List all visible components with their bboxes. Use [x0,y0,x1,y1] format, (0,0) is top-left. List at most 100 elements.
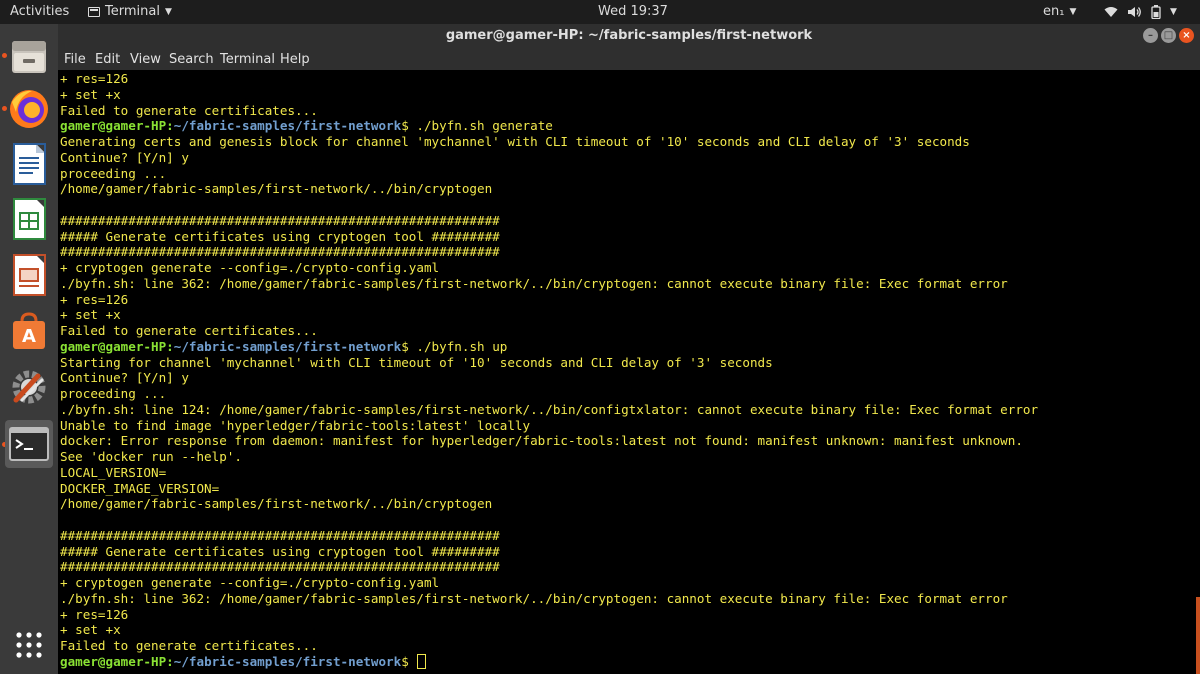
terminal-line: gamer@gamer-HP:~/fabric-samples/first-ne… [60,653,1038,670]
minimize-icon: – [1148,30,1153,41]
svg-text:A: A [22,326,36,347]
terminal-line: gamer@gamer-HP:~/fabric-samples/first-ne… [60,339,1038,355]
maximize-icon: □ [1163,30,1174,41]
output-text: proceeding ... [60,386,167,401]
output-text: + cryptogen generate --config=./crypto-c… [60,575,440,590]
terminal-line: /home/gamer/fabric-samples/first-network… [60,496,1038,512]
text-cursor [417,653,427,669]
output-text: Starting for channel 'mychannel' with CL… [60,354,773,370]
terminal-line: Generating certs and genesis block for c… [60,134,1038,150]
close-icon: × [1182,30,1191,41]
output-text: Continue? [Y/n] y [60,149,189,165]
window-titlebar[interactable]: gamer@gamer-HP: ~/fabric-samples/first-n… [58,24,1200,48]
dock-calc[interactable] [5,195,53,243]
output-text: + set +x [60,622,121,638]
terminal-line: Continue? [Y/n] y [60,150,1038,166]
app-grid-icon [16,632,42,658]
output-text: /home/gamer/fabric-samples/first-network… [60,496,493,512]
terminal-line: gamer@gamer-HP:~/fabric-samples/first-ne… [60,118,1038,134]
menu-help[interactable]: Help [280,52,310,67]
dock-ubuntu-software[interactable]: A [5,307,53,355]
prompt-separator: : [166,118,174,134]
command-text: $ [401,653,417,669]
terminal-line: Unable to find image 'hyperledger/fabric… [60,418,1038,434]
dock-settings[interactable] [5,363,53,411]
terminal-line: ##### Generate certificates using crypto… [60,544,1038,560]
terminal-line: Failed to generate certificates... [60,103,1038,119]
output-text: ./byfn.sh: line 124: /home/gamer/fabric-… [60,401,1039,417]
dock-writer[interactable] [5,140,53,188]
activities-button[interactable]: Activities [10,4,69,20]
terminal-line: + set +x [60,87,1038,103]
menu-edit[interactable]: Edit [95,52,120,67]
output-text: ##### Generate certificates using crypto… [60,543,500,559]
input-language-menu[interactable]: en₁ ▼ [1043,4,1076,20]
terminal-line: ./byfn.sh: line 124: /home/gamer/fabric-… [60,402,1038,418]
terminal-line: ##### Generate certificates using crypto… [60,229,1038,245]
output-text: LOCAL_VERSION= [60,464,167,480]
output-text: docker: Error response from daemon: mani… [60,433,1023,449]
calc-icon [13,198,46,240]
terminal-line: + set +x [60,622,1038,638]
terminal-output[interactable]: + res=126 + set +x Failed to generate cert… [58,70,1200,674]
chevron-down-icon: ▼ [1069,7,1077,17]
prompt-user: gamer@gamer-HP [60,338,167,354]
output-text: ########################################… [60,527,500,543]
volume-icon [1128,7,1141,17]
terminal-line: Failed to generate certificates... [60,323,1038,339]
prompt-path: ~/fabric-samples/first-network [173,653,402,669]
terminal-line: ########################################… [60,244,1038,260]
output-text: proceeding ... [60,165,167,181]
terminal-line: DOCKER_IMAGE_VERSION= [60,481,1038,497]
terminal-line: + res=126 [60,292,1038,308]
output-text: ./byfn.sh: line 362: /home/gamer/fabric-… [60,275,1008,291]
output-text: + set +x [60,307,121,323]
terminal-line: ./byfn.sh: line 362: /home/gamer/fabric-… [60,591,1038,607]
app-menu-label: Terminal [105,4,160,19]
output-text: ########################################… [60,244,500,260]
app-menu-button[interactable]: Terminal ▼ [88,4,172,20]
menu-file[interactable]: File [64,52,86,67]
terminal-icon [88,7,100,17]
prompt-user: gamer@gamer-HP [60,653,167,669]
output-text: + res=126 [60,291,129,307]
terminal-line: See 'docker run --help'. [60,449,1038,465]
system-tray[interactable]: ▼ [1104,4,1177,20]
dock-impress[interactable] [5,251,53,299]
menu-view[interactable]: View [130,52,161,67]
input-language-label: en₁ [1043,4,1065,19]
output-text: ########################################… [60,212,500,228]
clock[interactable]: Wed 19:37 [598,4,668,20]
chevron-down-icon: ▼ [164,7,172,17]
dock-firefox[interactable] [5,85,53,133]
terminal-line: ./byfn.sh: line 362: /home/gamer/fabric-… [60,276,1038,292]
output-text: + set +x [60,86,121,102]
close-button[interactable]: × [1179,28,1194,43]
menu-terminal[interactable]: Terminal [220,52,275,67]
terminal-line: + res=126 [60,607,1038,623]
dock-files[interactable] [5,33,53,81]
minimize-button[interactable]: – [1143,28,1158,43]
maximize-button[interactable]: □ [1161,28,1176,43]
dock-show-applications[interactable] [5,621,53,669]
prompt-separator: : [166,653,174,669]
terminal-line: ########################################… [60,559,1038,575]
terminal-line: Starting for channel 'mychannel' with CL… [60,355,1038,371]
command-text: $ ./byfn.sh generate [401,118,553,134]
dock-terminal[interactable] [5,420,53,468]
terminal-line: + res=126 [60,71,1038,87]
battery-icon [1151,5,1161,19]
terminal-line: ########################################… [60,528,1038,544]
software-bag-icon: A [13,312,45,349]
output-text: Generating certs and genesis block for c… [60,134,970,149]
output-text: ########################################… [60,559,500,575]
output-text: Failed to generate certificates... [60,638,318,653]
terminal-line: + cryptogen generate --config=./crypto-c… [60,260,1038,276]
output-text: ##### Generate certificates using crypto… [60,228,500,244]
menu-search[interactable]: Search [169,52,214,67]
output-text: Failed to generate certificates... [60,102,318,118]
file-cabinet-icon [12,41,46,73]
terminal-line: ########################################… [60,213,1038,229]
scrollbar-thumb[interactable] [1196,597,1200,674]
terminal-line: LOCAL_VERSION= [60,465,1038,481]
